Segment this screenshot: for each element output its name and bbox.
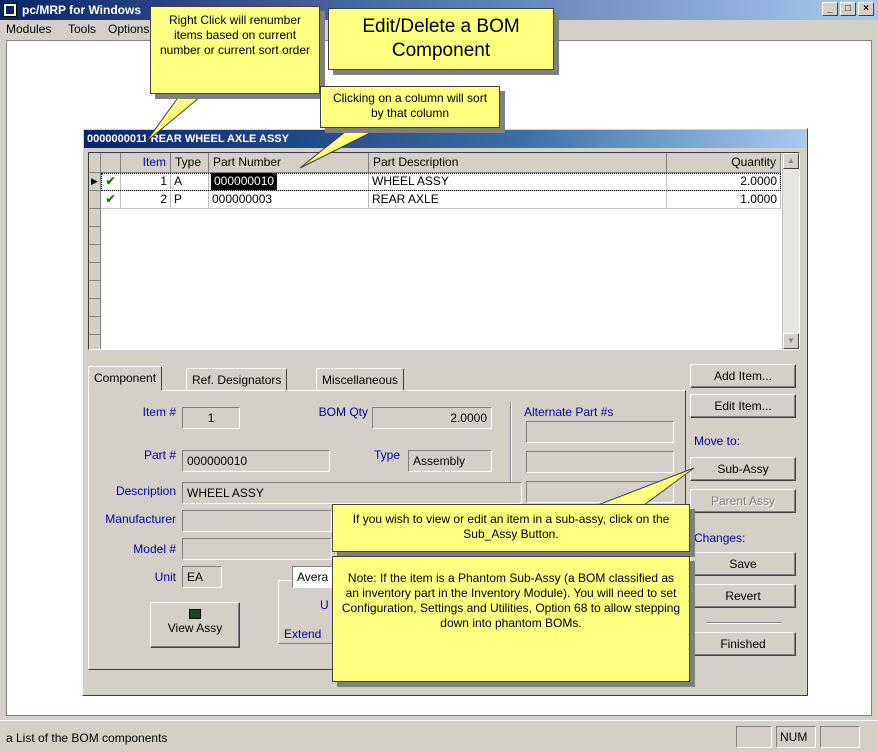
check-icon: ✔ — [101, 173, 121, 191]
alternate-part-label: Alternate Part #s — [524, 405, 614, 419]
column-header-quantity[interactable]: Quantity — [667, 153, 781, 173]
finished-button[interactable]: Finished — [690, 632, 796, 656]
extend-label: Extend — [284, 627, 322, 641]
column-header-item[interactable]: Item — [121, 153, 171, 173]
cost-method-select[interactable]: Avera — [292, 566, 332, 588]
grid-corner — [89, 153, 101, 173]
view-assy-button[interactable]: View Assy — [150, 602, 240, 648]
scroll-down-icon[interactable]: ▼ — [783, 333, 799, 349]
phantom-note-callout: Note: If the item is a Phantom Sub-Assy … — [332, 556, 690, 682]
description-label: Description — [115, 484, 176, 498]
table-row[interactable]: ✔ 2 P 000000003 REAR AXLE 1.0000 — [101, 191, 781, 209]
type-field[interactable]: Assembly — [408, 450, 492, 472]
row-indicator — [89, 281, 101, 299]
manufacturer-label: Manufacturer — [105, 512, 176, 526]
menu-options[interactable]: Options — [108, 22, 149, 36]
row-indicator — [89, 317, 101, 335]
model-number-label: Model # — [133, 542, 176, 556]
sort-callout: Clicking on a column will sort by that c… — [320, 86, 500, 128]
save-button[interactable]: Save — [690, 552, 796, 576]
bom-components-grid[interactable]: Item Type Part Number Part Description Q… — [88, 152, 800, 350]
model-number-field[interactable] — [182, 538, 332, 560]
app-icon — [3, 3, 17, 17]
column-header-type[interactable]: Type — [171, 153, 209, 173]
statusbar: a List of the BOM components NUM — [0, 720, 878, 752]
renumber-callout: Right Click will renumber items based on… — [150, 6, 320, 94]
row-indicator — [89, 245, 101, 263]
item-number-label: Item # — [142, 405, 176, 419]
row-indicator — [89, 191, 101, 209]
manufacturer-field[interactable] — [182, 510, 332, 532]
part-number-field[interactable]: 000000010 — [182, 450, 330, 472]
tab-miscellaneous[interactable]: Miscellaneous — [316, 368, 405, 392]
edit-item-button[interactable]: Edit Item... — [690, 394, 796, 418]
num-lock-indicator: NUM — [776, 726, 816, 748]
parent-assy-button[interactable]: Parent Assy — [690, 489, 796, 513]
bom-window-titlebar: 0000000011 REAR WHEEL AXLE ASSY — [84, 130, 806, 148]
item-number-field[interactable]: 1 — [182, 407, 240, 429]
bom-window-title: 0000000011 REAR WHEEL AXLE ASSY — [87, 133, 289, 145]
add-item-button[interactable]: Add Item... — [690, 364, 796, 388]
window-title: pc/MRP for Windows — [22, 3, 142, 17]
cell-part-number: 000000003 — [209, 191, 369, 209]
bom-qty-field[interactable]: 2.0000 — [372, 407, 492, 429]
check-icon: ✔ — [101, 191, 121, 209]
part-number-label: Part # — [143, 448, 176, 462]
unit-label: Unit — [154, 570, 176, 584]
subassy-callout: If you wish to view or edit an item in a… — [332, 504, 690, 552]
title-callout: Edit/Delete a BOM Component — [328, 8, 554, 70]
column-header-part-description[interactable]: Part Description — [369, 153, 667, 173]
alternate-part-field-2[interactable] — [526, 451, 674, 473]
cell-description: REAR AXLE — [369, 191, 667, 209]
move-to-label: Move to: — [694, 434, 741, 448]
status-panel — [820, 726, 860, 748]
row-indicator — [89, 227, 101, 245]
description-field[interactable]: WHEEL ASSY — [182, 482, 522, 504]
u-label: U — [320, 598, 329, 612]
cell-quantity: 2.0000 — [667, 173, 781, 191]
row-indicator-arrow-icon: ▶ — [89, 173, 101, 191]
row-indicator — [89, 209, 101, 227]
cell-type: P — [171, 191, 209, 209]
close-button[interactable]: × — [858, 2, 874, 16]
cell-item: 1 — [121, 173, 171, 191]
unit-field[interactable]: EA — [182, 566, 222, 588]
divider — [706, 622, 782, 624]
scroll-up-icon[interactable]: ▲ — [783, 153, 799, 169]
column-header-part-number[interactable]: Part Number — [209, 153, 369, 173]
row-indicator — [89, 299, 101, 317]
status-text: a List of the BOM components — [6, 731, 168, 745]
row-indicator — [89, 263, 101, 281]
alternate-part-field-1[interactable] — [526, 421, 674, 443]
alternate-part-field-3[interactable] — [526, 481, 674, 503]
view-assy-label: View Assy — [167, 621, 223, 635]
cell-type: A — [171, 173, 209, 191]
grid-header-select — [101, 153, 121, 173]
cell-part-number-selected: 000000010 — [211, 173, 278, 190]
cell-part-number[interactable]: 000000010 — [209, 173, 369, 191]
table-row[interactable]: ✔ 1 A 000000010 WHEEL ASSY 2.0000 — [101, 173, 781, 191]
tab-ref-designators[interactable]: Ref. Designators — [186, 368, 288, 392]
bom-qty-label: BOM Qty — [318, 405, 368, 419]
cell-description: WHEEL ASSY — [369, 173, 667, 191]
cell-item: 2 — [121, 191, 171, 209]
grid-vertical-scrollbar[interactable]: ▲ ▼ — [782, 153, 799, 349]
row-indicator — [89, 335, 101, 349]
status-panel — [736, 726, 772, 748]
changes-label: Changes: — [694, 531, 746, 545]
menu-tools[interactable]: Tools — [68, 22, 96, 36]
type-label: Type — [373, 448, 400, 462]
revert-button[interactable]: Revert — [690, 584, 796, 608]
maximize-button[interactable]: □ — [840, 2, 856, 16]
cell-quantity: 1.0000 — [667, 191, 781, 209]
minimize-button[interactable]: _ — [822, 2, 838, 16]
assembly-icon — [189, 609, 201, 619]
menu-modules[interactable]: Modules — [6, 22, 51, 36]
tab-component[interactable]: Component — [88, 366, 163, 391]
sub-assy-button[interactable]: Sub-Assy — [690, 457, 796, 481]
